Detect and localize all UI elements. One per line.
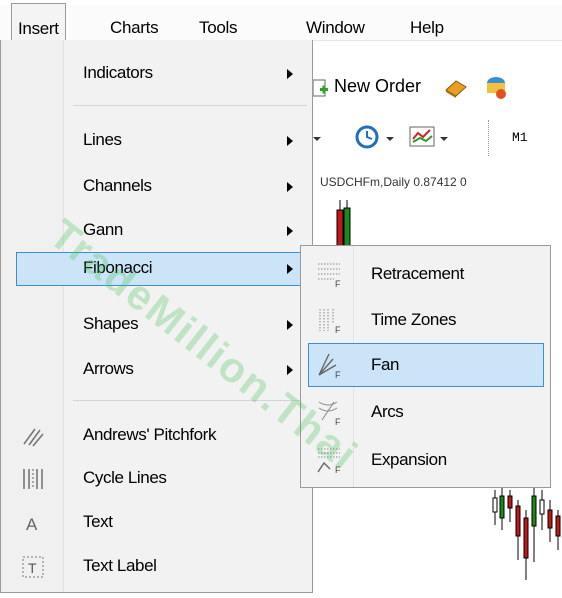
menu-help[interactable]: Help (410, 18, 444, 38)
fibo-fan-icon: F (316, 351, 344, 380)
submenu-arrow-icon (287, 136, 293, 146)
text-label-icon: T (21, 555, 45, 579)
menu-item-label: Cycle Lines (83, 468, 167, 487)
periodicity-clock-icon[interactable] (354, 124, 382, 152)
toolbar-grip (488, 120, 495, 156)
menu-item-cycle-lines[interactable]: Cycle Lines (1, 462, 314, 496)
menu-insert[interactable]: Insert (11, 3, 66, 40)
menu-item-gann[interactable]: Gann (1, 214, 314, 248)
autotrading-icon[interactable] (443, 76, 469, 100)
text-icon: A (21, 511, 45, 535)
submenu-item-label: Retracement (371, 264, 464, 283)
submenu-item-label: Expansion (371, 450, 447, 469)
svg-text:F: F (335, 325, 341, 334)
menu-item-label: Arrows (83, 359, 134, 378)
menu-charts[interactable]: Charts (110, 18, 159, 38)
menu-tools[interactable]: Tools (199, 18, 237, 38)
menu-separator (73, 105, 307, 106)
menu-item-arrows[interactable]: Arrows (1, 353, 314, 387)
menu-item-label: Lines (83, 130, 122, 149)
menu-window[interactable]: Window (306, 18, 365, 38)
fibo-retracement-icon: F (316, 260, 344, 289)
submenu-item-retracement[interactable]: F Retracement (301, 252, 552, 296)
submenu-item-time-zones[interactable]: F Time Zones (301, 298, 552, 342)
menu-item-shapes[interactable]: Shapes (1, 308, 314, 342)
svg-text:F: F (335, 279, 341, 288)
cycle-lines-icon (21, 467, 45, 491)
toolbar: New Order M1 (300, 40, 562, 186)
menu-separator (73, 400, 307, 401)
clock-dropdown-icon[interactable] (384, 128, 396, 148)
submenu-item-label: Arcs (371, 402, 404, 421)
menu-item-label: Text (83, 512, 113, 531)
menu-item-andrews-pitchfork[interactable]: Andrews' Pitchfork (1, 419, 314, 453)
strategy-tester-icon[interactable] (483, 74, 509, 102)
fibo-expansion-icon: F (316, 446, 344, 475)
menu-item-fibonacci[interactable]: Fibonacci (16, 252, 309, 286)
menu-item-indicators[interactable]: Indicators (1, 57, 314, 91)
chart-template-icon[interactable] (408, 124, 438, 150)
submenu-item-label: Time Zones (371, 310, 457, 329)
fibo-arcs-icon: F (316, 398, 344, 427)
menu-item-label: Fibonacci (83, 258, 153, 277)
submenu-item-label: Fan (371, 355, 400, 374)
template-dropdown-icon[interactable] (438, 128, 450, 148)
submenu-item-expansion[interactable]: F Expansion (301, 438, 552, 482)
submenu-arrow-icon (287, 320, 293, 330)
fibo-time-zones-icon: F (316, 306, 344, 335)
svg-text:F: F (335, 370, 341, 379)
fibonacci-submenu: F Retracement F Time Zones F Fan F Arcs … (300, 245, 551, 488)
submenu-arrow-icon (287, 182, 293, 192)
menu-item-channels[interactable]: Channels (1, 170, 314, 204)
insert-menu: Indicators Lines Channels Gann Fibonacci… (0, 40, 313, 593)
svg-text:F: F (335, 417, 341, 426)
menu-item-label: Text Label (83, 556, 157, 575)
submenu-arrow-icon (287, 69, 293, 79)
menu-bar: Insert Charts Tools Window Help (0, 0, 562, 41)
submenu-item-arcs[interactable]: F Arcs (301, 390, 552, 434)
menu-item-label: Shapes (83, 314, 139, 333)
pitchfork-icon (21, 424, 45, 448)
svg-text:A: A (26, 515, 38, 534)
menu-item-label: Gann (83, 220, 123, 239)
new-order-button[interactable]: New Order (334, 76, 421, 97)
menu-item-lines[interactable]: Lines (1, 124, 314, 158)
menu-item-text[interactable]: A Text (1, 506, 314, 540)
top-clip (0, 0, 562, 5)
submenu-arrow-icon (287, 365, 293, 375)
menu-item-label: Andrews' Pitchfork (83, 425, 217, 444)
svg-text:F: F (335, 465, 341, 474)
menu-item-text-label[interactable]: T Text Label (1, 550, 314, 584)
svg-text:T: T (28, 560, 37, 576)
submenu-arrow-icon (287, 264, 293, 274)
timeframe-m1-button[interactable]: M1 (512, 130, 528, 145)
submenu-arrow-icon (287, 226, 293, 236)
menu-item-label: Indicators (83, 63, 153, 82)
menu-item-label: Channels (83, 176, 152, 195)
submenu-item-fan[interactable]: F Fan (308, 343, 544, 387)
